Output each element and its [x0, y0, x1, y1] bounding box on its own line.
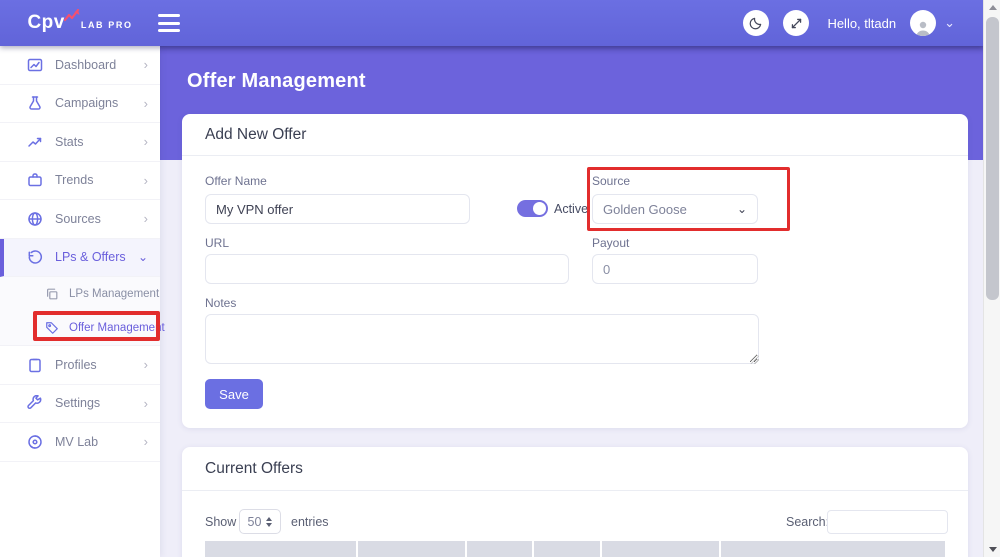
offer-name-label: Offer Name	[205, 174, 267, 188]
chevron-right-icon: ›	[144, 134, 148, 149]
search-input[interactable]	[827, 510, 948, 534]
scrollbar-thumb[interactable]	[986, 17, 999, 300]
sidebar: Dashboard › Campaigns › Stats › Trends ›…	[0, 46, 160, 557]
sidebar-item-stats[interactable]: Stats ›	[0, 123, 160, 162]
chevron-down-icon: ⌄	[737, 202, 747, 216]
stats-icon	[27, 134, 43, 150]
flask-icon	[27, 95, 43, 111]
copy-icon	[45, 287, 59, 301]
chevron-down-icon: ⌄	[138, 250, 148, 264]
moon-icon	[749, 16, 763, 30]
url-input[interactable]	[205, 254, 569, 284]
globe-icon	[27, 211, 43, 227]
spinner-arrows-icon	[266, 517, 272, 527]
sidebar-item-settings[interactable]: Settings ›	[0, 385, 160, 424]
logo-arrow-icon	[64, 9, 80, 27]
source-select[interactable]: Golden Goose ⌄	[592, 194, 758, 224]
menu-toggle-button[interactable]	[158, 14, 180, 32]
avatar[interactable]	[910, 10, 936, 36]
chevron-right-icon: ›	[144, 434, 148, 449]
payout-label: Payout	[592, 236, 629, 250]
toggle-knob	[533, 202, 546, 215]
chevron-right-icon: ›	[144, 57, 148, 72]
current-offers-card: Current Offers Show 50 entries Search:	[182, 447, 968, 557]
sidebar-item-lps-offers[interactable]: LPs & Offers ⌄	[0, 239, 160, 278]
expand-icon	[790, 17, 803, 30]
table-header-cell[interactable]	[534, 541, 600, 557]
sidebar-subitem-lps-management[interactable]: LPs Management	[0, 277, 160, 311]
chevron-right-icon: ›	[144, 396, 148, 411]
source-select-value: Golden Goose	[603, 202, 687, 217]
dark-mode-button[interactable]	[743, 10, 769, 36]
table-header-cell[interactable]	[602, 541, 719, 557]
add-offer-card-title: Add New Offer	[182, 114, 968, 156]
user-greeting: Hello, tltadn	[827, 16, 896, 31]
scrollbar[interactable]	[983, 0, 1000, 557]
chevron-right-icon: ›	[144, 173, 148, 188]
sidebar-item-campaigns[interactable]: Campaigns ›	[0, 85, 160, 124]
briefcase-icon	[27, 172, 43, 188]
sidebar-subitem-offer-management[interactable]: Offer Management	[0, 311, 160, 345]
sidebar-item-trends[interactable]: Trends ›	[0, 162, 160, 201]
wrench-icon	[27, 395, 43, 411]
offer-name-input[interactable]	[205, 194, 470, 224]
clipboard-icon	[27, 357, 43, 373]
history-icon	[27, 249, 43, 265]
table-header-cell[interactable]	[358, 541, 465, 557]
add-offer-card: Add New Offer Offer Name Active Source G…	[182, 114, 968, 428]
logo-brand-text: Cpv	[27, 12, 64, 34]
active-label: Active	[554, 202, 588, 216]
table-controls: Show 50 entries Search:	[205, 509, 945, 535]
notes-label: Notes	[205, 296, 236, 310]
tag-icon	[45, 321, 59, 335]
logo-suffix-text: LAB PRO	[81, 20, 133, 30]
notes-textarea[interactable]	[205, 314, 759, 364]
disc-icon	[27, 434, 43, 450]
page-size-select[interactable]: 50	[239, 509, 281, 534]
topbar: Cpv LAB PRO Hello, tltadn ⌄	[0, 0, 983, 46]
offers-table-header	[205, 541, 945, 557]
sidebar-item-profiles[interactable]: Profiles ›	[0, 346, 160, 385]
chevron-right-icon: ›	[144, 357, 148, 372]
show-label: Show	[205, 515, 236, 529]
sidebar-item-dashboard[interactable]: Dashboard ›	[0, 46, 160, 85]
payout-input[interactable]	[592, 254, 758, 284]
table-header-cell[interactable]	[467, 541, 532, 557]
scrollbar-up-arrow[interactable]	[984, 0, 1000, 15]
user-menu-chevron-icon[interactable]: ⌄	[944, 18, 955, 28]
search-label: Search:	[786, 515, 829, 529]
save-button[interactable]: Save	[205, 379, 263, 409]
entries-label: entries	[291, 515, 329, 529]
app-logo[interactable]: Cpv LAB PRO	[0, 0, 160, 46]
topbar-controls: Hello, tltadn ⌄	[743, 0, 955, 46]
fullscreen-button[interactable]	[783, 10, 809, 36]
source-label: Source	[592, 174, 630, 188]
sidebar-item-mv-lab[interactable]: MV Lab ›	[0, 423, 160, 462]
current-offers-card-title: Current Offers	[182, 447, 968, 491]
url-label: URL	[205, 236, 229, 250]
sidebar-item-sources[interactable]: Sources ›	[0, 200, 160, 239]
scrollbar-down-arrow[interactable]	[984, 542, 1000, 557]
page-size-value: 50	[248, 515, 262, 529]
table-header-cell[interactable]	[205, 541, 356, 557]
lps-offers-submenu: LPs Management Offer Management	[0, 277, 160, 346]
chevron-right-icon: ›	[144, 211, 148, 226]
table-header-cell[interactable]	[721, 541, 945, 557]
chart-line-icon	[27, 57, 43, 73]
page-title: Offer Management	[187, 70, 366, 93]
chevron-right-icon: ›	[144, 96, 148, 111]
active-toggle[interactable]	[517, 200, 548, 217]
person-icon	[914, 19, 932, 36]
